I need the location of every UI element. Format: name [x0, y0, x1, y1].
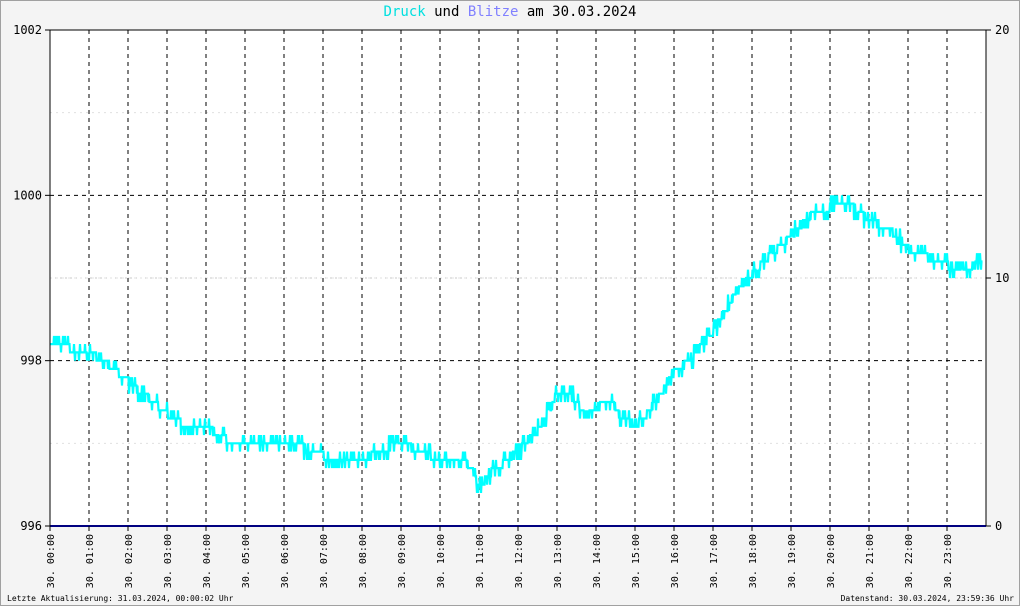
x-tick-label: 30. 23:00: [943, 534, 954, 588]
x-tick-label: 30. 04:00: [202, 534, 213, 588]
data-status-text: Datenstand: 30.03.2024, 23:59:36 Uhr: [840, 594, 1014, 603]
x-tick-label: 30. 06:00: [280, 534, 291, 588]
right-tick-label: 0: [995, 519, 1002, 533]
x-tick-label: 30. 18:00: [748, 534, 759, 588]
pressure-lightning-chart: 996 998 1000 1002 0 10 20 30. 00:00 30. 01:00 30.…: [13, 23, 1009, 588]
left-tick-label: 1002: [13, 23, 42, 37]
x-tick-label: 30. 02:00: [124, 534, 135, 588]
x-tick-label: 30. 11:00: [475, 534, 486, 588]
x-tick-label: 30. 10:00: [436, 534, 447, 588]
x-tick-label: 30. 03:00: [163, 534, 174, 588]
last-update-text: Letzte Aktualisierung: 31.03.2024, 00:00…: [7, 594, 234, 603]
x-tick-label: 30. 13:00: [553, 534, 564, 588]
x-tick-label: 30. 17:00: [709, 534, 720, 588]
x-tick-label: 30. 07:00: [319, 534, 330, 588]
right-tick-label: 10: [995, 271, 1009, 285]
x-tick-label: 30. 09:00: [397, 534, 408, 588]
x-tick-label: 30. 14:00: [592, 534, 603, 588]
x-tick-label: 30. 21:00: [865, 534, 876, 588]
x-tick-label: 30. 22:00: [904, 534, 915, 588]
left-tick-label: 998: [20, 354, 42, 368]
x-tick-label: 30. 01:00: [85, 534, 96, 588]
x-tick-label: 30. 19:00: [787, 534, 798, 588]
x-tick-label: 30. 20:00: [826, 534, 837, 588]
x-tick-label: 30. 08:00: [358, 534, 369, 588]
x-tick-label: 30. 15:00: [631, 534, 642, 588]
x-tick-label: 30. 05:00: [241, 534, 252, 588]
x-tick-label: 30. 00:00: [46, 534, 57, 588]
left-tick-label: 1000: [13, 188, 42, 202]
x-tick-label: 30. 12:00: [514, 534, 525, 588]
left-tick-label: 996: [20, 519, 42, 533]
right-tick-label: 20: [995, 23, 1009, 37]
x-tick-label: 30. 16:00: [670, 534, 681, 588]
